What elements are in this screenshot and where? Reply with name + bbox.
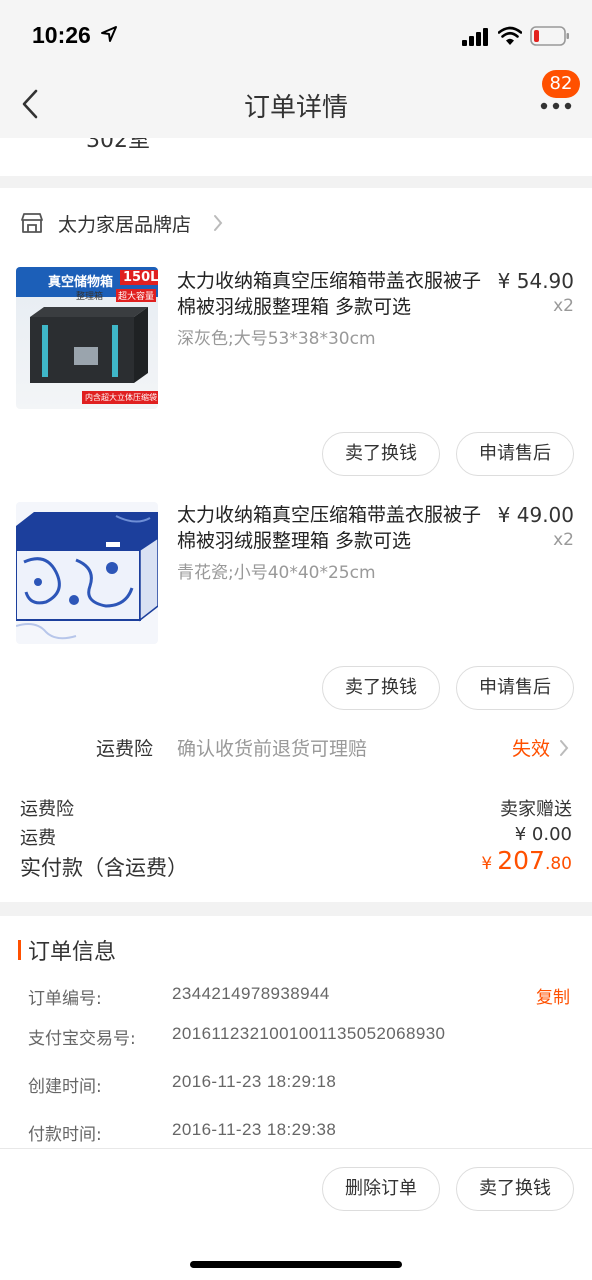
section-accent-bar — [18, 940, 21, 960]
total-paid-label: 实付款（含运费） — [20, 856, 188, 880]
summary-insurance-value: 卖家赠送 — [500, 799, 572, 820]
order-number-value: 2344214978938944 — [172, 984, 330, 1003]
sell-order-button[interactable]: 卖了换钱 — [456, 1167, 574, 1211]
copy-order-number-button[interactable]: 复制 — [536, 983, 570, 1008]
storage-box-image — [30, 307, 148, 383]
status-bar: 10:26 — [0, 0, 592, 70]
chevron-right-icon — [214, 215, 223, 231]
shop-name: 太力家居品牌店 — [58, 214, 192, 236]
status-time: 10:26 — [32, 22, 91, 48]
thumb-text: 真空储物箱 — [48, 275, 114, 290]
order-info-title: 订单信息 — [28, 940, 117, 965]
order-info-card: 订单信息 订单编号: 2344214978938944 复制 支付宝交易号: 2… — [0, 916, 592, 1148]
insurance-description: 确认收货前退货可理赔 — [177, 738, 368, 760]
sell-item-button[interactable]: 卖了换钱 — [322, 432, 440, 476]
order-item[interactable]: 太力收纳箱真空压缩箱带盖衣服被子棉被羽绒服整理箱 多款可选 青花瓷;小号40*4… — [0, 490, 592, 710]
order-item[interactable]: 真空储物箱 150L 整理箱 超大容量 内含超大立体压缩袋 太力收纳箱真空压缩箱… — [0, 256, 592, 476]
thumb-capacity: 150L — [120, 270, 158, 285]
message-count-badge: 82 — [542, 70, 580, 98]
bottom-action-bar: 删除订单 卖了换钱 — [0, 1148, 592, 1280]
after-sale-button[interactable]: 申请售后 — [456, 432, 574, 476]
summary-shipping-value: ¥ 0.00 — [514, 824, 572, 845]
paid-time-label: 付款时间: — [28, 1125, 102, 1145]
total-paid-value: ¥ 207.80 — [481, 846, 572, 875]
product-thumbnail[interactable]: 真空储物箱 150L 整理箱 超大容量 内含超大立体压缩袋 — [16, 267, 158, 409]
thumb-banner: 内含超大立体压缩袋 — [82, 391, 158, 404]
item-quantity: x2 — [553, 530, 574, 550]
after-sale-button[interactable]: 申请售后 — [456, 666, 574, 710]
order-number-label: 订单编号: — [28, 989, 102, 1009]
summary-insurance-label: 运费险 — [20, 799, 74, 820]
page-title: 订单详情 — [243, 93, 348, 123]
item-title[interactable]: 太力收纳箱真空压缩箱带盖衣服被子棉被羽绒服整理箱 多款可选 — [177, 268, 487, 320]
shipping-insurance-row[interactable]: 运费险 确认收货前退货可理赔 失效 — [0, 734, 592, 764]
item-price: ¥ 54.90 — [497, 269, 574, 293]
item-price: ¥ 49.00 — [497, 503, 574, 527]
alipay-trade-label: 支付宝交易号: — [28, 1029, 136, 1049]
store-icon — [21, 213, 43, 233]
wifi-icon — [498, 26, 522, 45]
location-arrow-icon — [101, 26, 117, 42]
battery-low-icon — [530, 26, 569, 46]
chevron-right-icon — [560, 740, 569, 756]
thumb-tag: 超大容量 — [116, 289, 157, 302]
created-time-label: 创建时间: — [28, 1077, 102, 1097]
item-spec: 深灰色;大号53*38*30cm — [177, 329, 376, 349]
total-paid-integer: 207 — [497, 846, 545, 875]
porcelain-box-image — [16, 512, 158, 640]
created-time-value: 2016-11-23 18:29:18 — [172, 1072, 337, 1091]
currency-symbol: ¥ — [481, 854, 493, 874]
insurance-label: 运费险 — [96, 738, 154, 760]
address-section-fragment: 302室 — [0, 138, 592, 176]
order-items-card: 太力家居品牌店 真空储物箱 150L 整理箱 超大容量 内含超大立体压缩袋 太力… — [0, 188, 592, 902]
item-title[interactable]: 太力收纳箱真空压缩箱带盖衣服被子棉被羽绒服整理箱 多款可选 — [177, 502, 487, 554]
address-fragment-text: 302室 — [86, 138, 150, 153]
total-paid-decimal: .80 — [544, 854, 572, 874]
item-spec: 青花瓷;小号40*40*25cm — [177, 563, 376, 583]
nav-bar: 订单详情 82 — [0, 70, 592, 138]
home-indicator[interactable] — [190, 1261, 402, 1268]
product-thumbnail[interactable] — [16, 502, 158, 644]
sell-item-button[interactable]: 卖了换钱 — [322, 666, 440, 710]
alipay-trade-value: 2016112321001001135052068930 — [172, 1024, 446, 1043]
paid-time-value: 2016-11-23 18:29:38 — [172, 1120, 337, 1139]
delete-order-button[interactable]: 删除订单 — [322, 1167, 440, 1211]
item-quantity: x2 — [553, 296, 574, 316]
more-dots-icon[interactable] — [538, 100, 574, 112]
insurance-status: 失效 — [511, 738, 550, 760]
cellular-signal-icon — [462, 28, 488, 46]
summary-shipping-label: 运费 — [20, 828, 56, 849]
thumb-subtext: 整理箱 — [76, 292, 104, 302]
